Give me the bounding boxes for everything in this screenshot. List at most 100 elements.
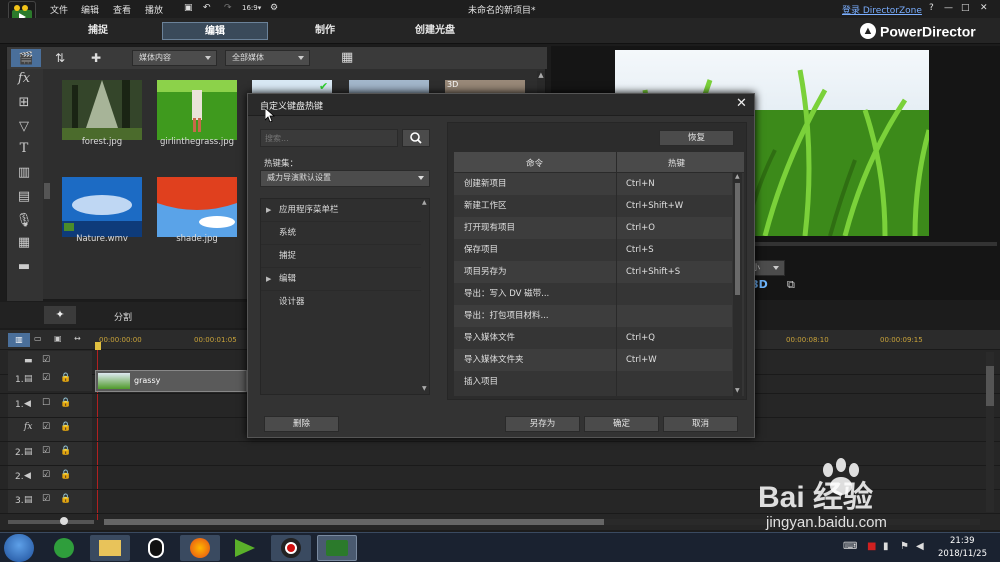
powerdirector-taskbar-icon[interactable] [317,535,357,561]
lock-icon[interactable]: 🔒 [60,494,71,504]
settings-gear-icon[interactable]: ⚙ [270,3,278,13]
track-checkbox[interactable]: ☑ [42,470,50,480]
lock-icon[interactable]: 🔒 [60,446,71,456]
track-checkbox[interactable]: ☑ [42,373,50,383]
thumbnail-shade[interactable] [157,177,237,237]
import-media-icon[interactable]: ⇅ [49,49,71,67]
scroll-down-icon[interactable]: ▼ [422,385,427,392]
hotkey-set-dropdown[interactable]: 威力导演默认设置 [260,170,430,187]
table-row[interactable]: 导出：打包项目材料... [454,305,732,327]
scroll-down-icon[interactable]: ▼ [735,387,740,394]
playhead-marker[interactable] [95,342,101,350]
chapter-icon[interactable]: ▦ [15,235,33,251]
column-header-hotkey[interactable]: 热键 [668,157,685,169]
save-icon[interactable]: ▣ [184,3,193,13]
lock-icon[interactable]: 🔒 [60,373,71,383]
pip-icon[interactable]: ⊞ [15,95,33,111]
scroll-up-icon[interactable]: ▲ [537,71,545,79]
category-app-menubar[interactable]: ▶ 应用程序菜单栏 [261,199,421,222]
scrollbar-thumb[interactable] [735,183,740,295]
thumbnail-girlinthegrass[interactable] [157,80,237,140]
category-capture[interactable]: 捕捉 [261,245,421,268]
storyboard-view-icon[interactable]: ▭ [34,334,42,343]
search-field[interactable] [260,129,398,147]
close-icon[interactable]: ✕ [736,96,747,111]
firefox-icon[interactable] [180,535,220,561]
subtitle-icon[interactable]: ▬ [15,259,33,275]
plugins-icon[interactable]: ✚ [85,49,107,67]
start-button-icon[interactable] [4,534,34,562]
search-input[interactable] [261,130,393,146]
search-button[interactable] [402,129,430,147]
menu-view[interactable]: 查看 [113,3,131,16]
table-row[interactable]: 创建新项目 Ctrl+N [454,173,732,195]
save-as-button[interactable]: 另存为 [505,416,580,432]
restore-button[interactable]: 恢复 [659,130,734,146]
fit-timeline-icon[interactable]: ↔ [74,334,81,343]
expand-arrow-icon[interactable]: ▶ [266,199,271,222]
table-row[interactable]: 导入媒体文件 Ctrl+Q [454,327,732,349]
tab-produce[interactable]: 制作 [272,22,378,40]
thumbnail-nature[interactable] [62,177,142,237]
table-row[interactable]: 项目另存为 Ctrl+Shift+S [454,261,732,283]
track-checkbox[interactable]: ☑ [42,355,50,365]
delete-button[interactable]: 删除 [264,416,339,432]
login-directorzone-link[interactable]: 登录 DirectorZone [842,3,922,16]
title-icon[interactable]: T [15,141,33,157]
media-content-dropdown[interactable]: 媒体内容 [132,50,217,66]
scrollbar-thumb[interactable] [104,519,604,525]
magic-tools-icon[interactable]: ✦ [44,306,76,324]
split-button[interactable]: 分割 [114,310,132,323]
table-row[interactable]: 导出：写入 DV 磁带... [454,283,732,305]
maximize-icon[interactable]: □ [961,3,970,13]
table-row[interactable]: 打开现有项目 Ctrl+O [454,217,732,239]
tab-create-disc[interactable]: 创建光盘 [382,22,488,40]
particle-icon[interactable]: ▽ [15,119,33,135]
tab-edit[interactable]: 编辑 [162,22,268,40]
tray-volume-icon[interactable]: ◀ [916,541,924,552]
fx-icon[interactable]: fx [15,71,33,87]
menu-edit[interactable]: 编辑 [81,3,99,16]
qq-icon[interactable] [136,535,176,561]
category-designer[interactable]: 设计器 [261,291,421,314]
category-edit[interactable]: ▶ 编辑 [261,268,421,291]
column-header-command[interactable]: 命令 [526,157,543,169]
track-checkbox[interactable]: ☐ [42,398,50,408]
timeline-view-icon[interactable]: ▥ [8,333,30,347]
category-scrollbar[interactable]: ▲ ▼ [421,199,429,394]
external-display-icon[interactable]: ⧉ [787,278,795,292]
all-media-dropdown[interactable]: 全部媒体 [225,50,310,66]
zoom-slider-knob[interactable] [60,517,68,525]
category-system[interactable]: 系统 [261,222,421,245]
screen-recorder-icon[interactable] [271,535,311,561]
minimize-icon[interactable]: — [944,3,953,13]
file-explorer-icon[interactable] [90,535,130,561]
microphone-icon[interactable]: 🎙 [15,213,33,229]
aspect-ratio-icon[interactable]: 16:9▾ [242,4,261,12]
transition-icon[interactable]: ▥ [15,165,33,181]
table-row[interactable]: 导入媒体文件夹 Ctrl+W [454,349,732,371]
tray-security-icon[interactable]: ■ [867,541,876,552]
expand-arrow-icon[interactable]: ▶ [266,268,271,291]
cancel-button[interactable]: 取消 [663,416,738,432]
lock-icon[interactable]: 🔒 [60,422,71,432]
help-icon[interactable]: ? [929,3,934,13]
table-row[interactable]: 插入项目 [454,371,732,396]
camtasia-icon[interactable] [225,535,265,561]
table-scrollbar[interactable]: ▲ ▼ [733,173,742,396]
menu-file[interactable]: 文件 [50,3,68,16]
audio-mix-icon[interactable]: ▤ [15,189,33,205]
tray-keyboard-icon[interactable]: ⌨ [843,541,857,552]
tray-network-icon[interactable]: ▮ [883,541,889,552]
tray-flag-icon[interactable]: ⚑ [900,541,909,552]
scroll-up-icon[interactable]: ▲ [735,173,740,180]
browser-360-icon[interactable] [44,535,84,561]
collapse-handle[interactable] [44,183,50,199]
thumbnail-forest[interactable] [62,80,142,140]
track-manager-icon[interactable]: ▣ [54,334,62,343]
track-checkbox[interactable]: ☑ [42,494,50,504]
track-checkbox[interactable]: ☑ [42,422,50,432]
grid-view-icon[interactable]: ▦ [341,50,357,66]
close-window-icon[interactable]: ✕ [980,3,988,13]
tab-capture[interactable]: 捕捉 [45,22,151,40]
